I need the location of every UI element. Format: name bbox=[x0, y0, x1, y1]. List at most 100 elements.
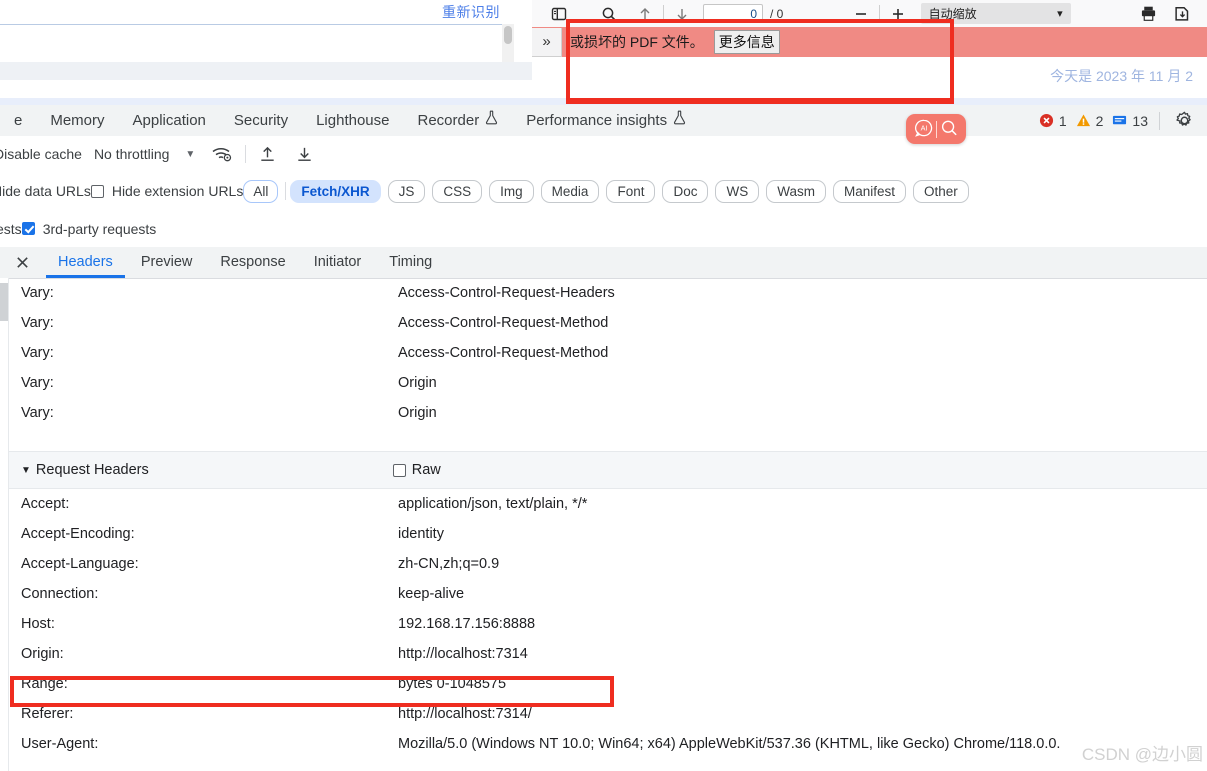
tab-label: e bbox=[14, 112, 23, 129]
filter-chip-ws[interactable]: WS bbox=[715, 179, 760, 203]
pdf-page-input[interactable]: 0 bbox=[703, 4, 763, 23]
tab-application[interactable]: Application bbox=[119, 105, 220, 136]
throttling-select[interactable]: No throttling bbox=[94, 146, 169, 162]
filter-chip-all[interactable]: All bbox=[243, 179, 279, 203]
save-icon[interactable] bbox=[1167, 2, 1197, 26]
filter-chip-css[interactable]: CSS bbox=[432, 179, 483, 203]
header-key: Vary: bbox=[21, 285, 54, 301]
header-key: Range: bbox=[21, 676, 68, 692]
hide-extension-urls-checkbox[interactable] bbox=[90, 184, 104, 198]
disable-cache-label[interactable]: Disable cache bbox=[0, 146, 82, 162]
print-icon[interactable] bbox=[1133, 2, 1163, 26]
request-headers-section[interactable]: ▼ Request Headers Raw bbox=[9, 451, 1207, 489]
header-value: Access-Control-Request-Method bbox=[398, 315, 609, 331]
network-toolbar-row-2: Hide data URLs Hide extension URLs All F… bbox=[0, 172, 1207, 210]
request-tabbar: Headers Preview Response Initiator Timin… bbox=[0, 247, 1207, 279]
header-value: Origin bbox=[398, 405, 437, 421]
raw-label: Raw bbox=[411, 462, 441, 478]
page-text-box[interactable] bbox=[0, 24, 508, 64]
pdf-error-banner: » 或损坏的 PDF 文件。 更多信息 bbox=[532, 27, 1207, 57]
warning-icon bbox=[1076, 113, 1091, 128]
third-party-requests-checkbox[interactable] bbox=[21, 222, 35, 235]
arrow-down-icon[interactable] bbox=[667, 2, 697, 26]
pdf-viewer: 0 / 0 自动缩放 ▾ » 或损坏的 PDF 文件。 更多信息 今天是 202… bbox=[532, 0, 1207, 105]
tab-preview[interactable]: Preview bbox=[127, 247, 207, 278]
hide-data-urls-label[interactable]: Hide data URLs bbox=[0, 183, 91, 199]
pdf-toolbar: 0 / 0 自动缩放 ▾ bbox=[532, 0, 1207, 28]
gear-icon[interactable] bbox=[1171, 111, 1197, 130]
close-icon[interactable] bbox=[0, 255, 44, 270]
tab-label: Lighthouse bbox=[316, 112, 390, 129]
ai-bubble-icon[interactable]: AI bbox=[914, 118, 934, 141]
tab-initiator[interactable]: Initiator bbox=[300, 247, 376, 278]
pdf-zoom-select[interactable]: 自动缩放 ▾ bbox=[920, 3, 1071, 24]
export-har-icon[interactable] bbox=[295, 145, 314, 164]
more-info-button[interactable]: 更多信息 bbox=[713, 30, 780, 54]
raw-checkbox[interactable] bbox=[392, 463, 406, 477]
header-row: Vary: Access-Control-Request-Method bbox=[9, 338, 1207, 368]
error-icon bbox=[1039, 113, 1054, 128]
header-value: http://localhost:7314/ bbox=[398, 706, 532, 722]
wifi-settings-icon[interactable] bbox=[211, 145, 233, 163]
tab-lighthouse[interactable]: Lighthouse bbox=[302, 105, 403, 136]
requests-label-partial: ests bbox=[0, 220, 22, 237]
re-recognize-link[interactable]: 重新识别 bbox=[442, 2, 500, 22]
tab-timing[interactable]: Timing bbox=[375, 247, 446, 278]
tab-label: Performance insights bbox=[526, 112, 668, 129]
error-count: 1 bbox=[1058, 112, 1067, 129]
arrow-up-icon[interactable] bbox=[630, 2, 660, 26]
tab-label: Application bbox=[132, 112, 206, 129]
tab-sources-partial[interactable]: e bbox=[0, 105, 36, 136]
ai-search-floating-widget[interactable]: AI bbox=[906, 114, 966, 144]
header-key: Connection: bbox=[21, 586, 99, 602]
web-page-remnant: 重新识别 bbox=[0, 0, 532, 105]
filter-chip-js[interactable]: JS bbox=[387, 179, 426, 203]
filter-chip-doc[interactable]: Doc bbox=[662, 179, 709, 203]
hide-extension-urls-label[interactable]: Hide extension URLs bbox=[112, 183, 244, 199]
minus-icon[interactable] bbox=[846, 2, 876, 26]
header-key: Accept-Language: bbox=[21, 556, 139, 572]
filter-chip-other[interactable]: Other bbox=[913, 179, 969, 203]
pane-scrollbar[interactable] bbox=[0, 278, 9, 771]
message-count: 13 bbox=[1132, 112, 1148, 129]
header-value: keep-alive bbox=[398, 586, 465, 602]
pdf-date-text: 今天是 2023 年 11 月 2 bbox=[1050, 68, 1193, 84]
filter-chip-media[interactable]: Media bbox=[540, 179, 600, 203]
chevron-down-icon[interactable]: ▼ bbox=[185, 149, 195, 160]
tab-memory[interactable]: Memory bbox=[36, 105, 118, 136]
network-toolbar-row-3: ests 3rd-party requests bbox=[0, 210, 1207, 247]
header-key: Vary: bbox=[21, 375, 54, 391]
header-value: Access-Control-Request-Headers bbox=[398, 285, 615, 301]
tab-label: Memory bbox=[50, 112, 105, 129]
header-row: Vary: Access-Control-Request-Headers bbox=[9, 278, 1207, 308]
search-icon[interactable] bbox=[939, 118, 959, 141]
annotation-rect-pdf-bottom-edge bbox=[566, 100, 954, 104]
filter-chip-font[interactable]: Font bbox=[606, 179, 656, 203]
divider bbox=[1159, 111, 1160, 130]
header-key: Origin: bbox=[21, 646, 64, 662]
header-value: bytes 0-1048575 bbox=[398, 676, 507, 692]
tab-recorder[interactable]: Recorder bbox=[404, 105, 513, 136]
filter-chip-manifest[interactable]: Manifest bbox=[832, 179, 907, 203]
filter-chip-img[interactable]: Img bbox=[489, 179, 534, 203]
third-party-requests-label[interactable]: 3rd-party requests bbox=[43, 221, 157, 237]
filter-chip-fetch-xhr[interactable]: Fetch/XHR bbox=[290, 179, 381, 203]
tab-headers[interactable]: Headers bbox=[44, 247, 127, 278]
filter-chip-wasm[interactable]: Wasm bbox=[766, 179, 826, 203]
page-white-strip bbox=[0, 80, 532, 98]
page-scrollbar[interactable] bbox=[502, 24, 514, 62]
header-row: User-Agent: Mozilla/5.0 (Windows NT 10.0… bbox=[9, 729, 1207, 759]
search-icon[interactable] bbox=[594, 2, 624, 26]
tab-response[interactable]: Response bbox=[206, 247, 299, 278]
chevron-double-right-icon[interactable]: » bbox=[532, 27, 562, 57]
header-value: Origin bbox=[398, 375, 437, 391]
header-row: Vary: Origin bbox=[9, 398, 1207, 428]
import-har-icon[interactable] bbox=[258, 145, 277, 164]
svg-text:AI: AI bbox=[920, 123, 927, 132]
flask-icon bbox=[485, 105, 498, 136]
sidebar-toggle-icon[interactable] bbox=[544, 2, 574, 26]
plus-icon[interactable] bbox=[883, 2, 913, 26]
raw-toggle[interactable]: Raw bbox=[392, 462, 441, 478]
tab-security[interactable]: Security bbox=[220, 105, 302, 136]
tab-performance-insights[interactable]: Performance insights bbox=[512, 105, 700, 136]
